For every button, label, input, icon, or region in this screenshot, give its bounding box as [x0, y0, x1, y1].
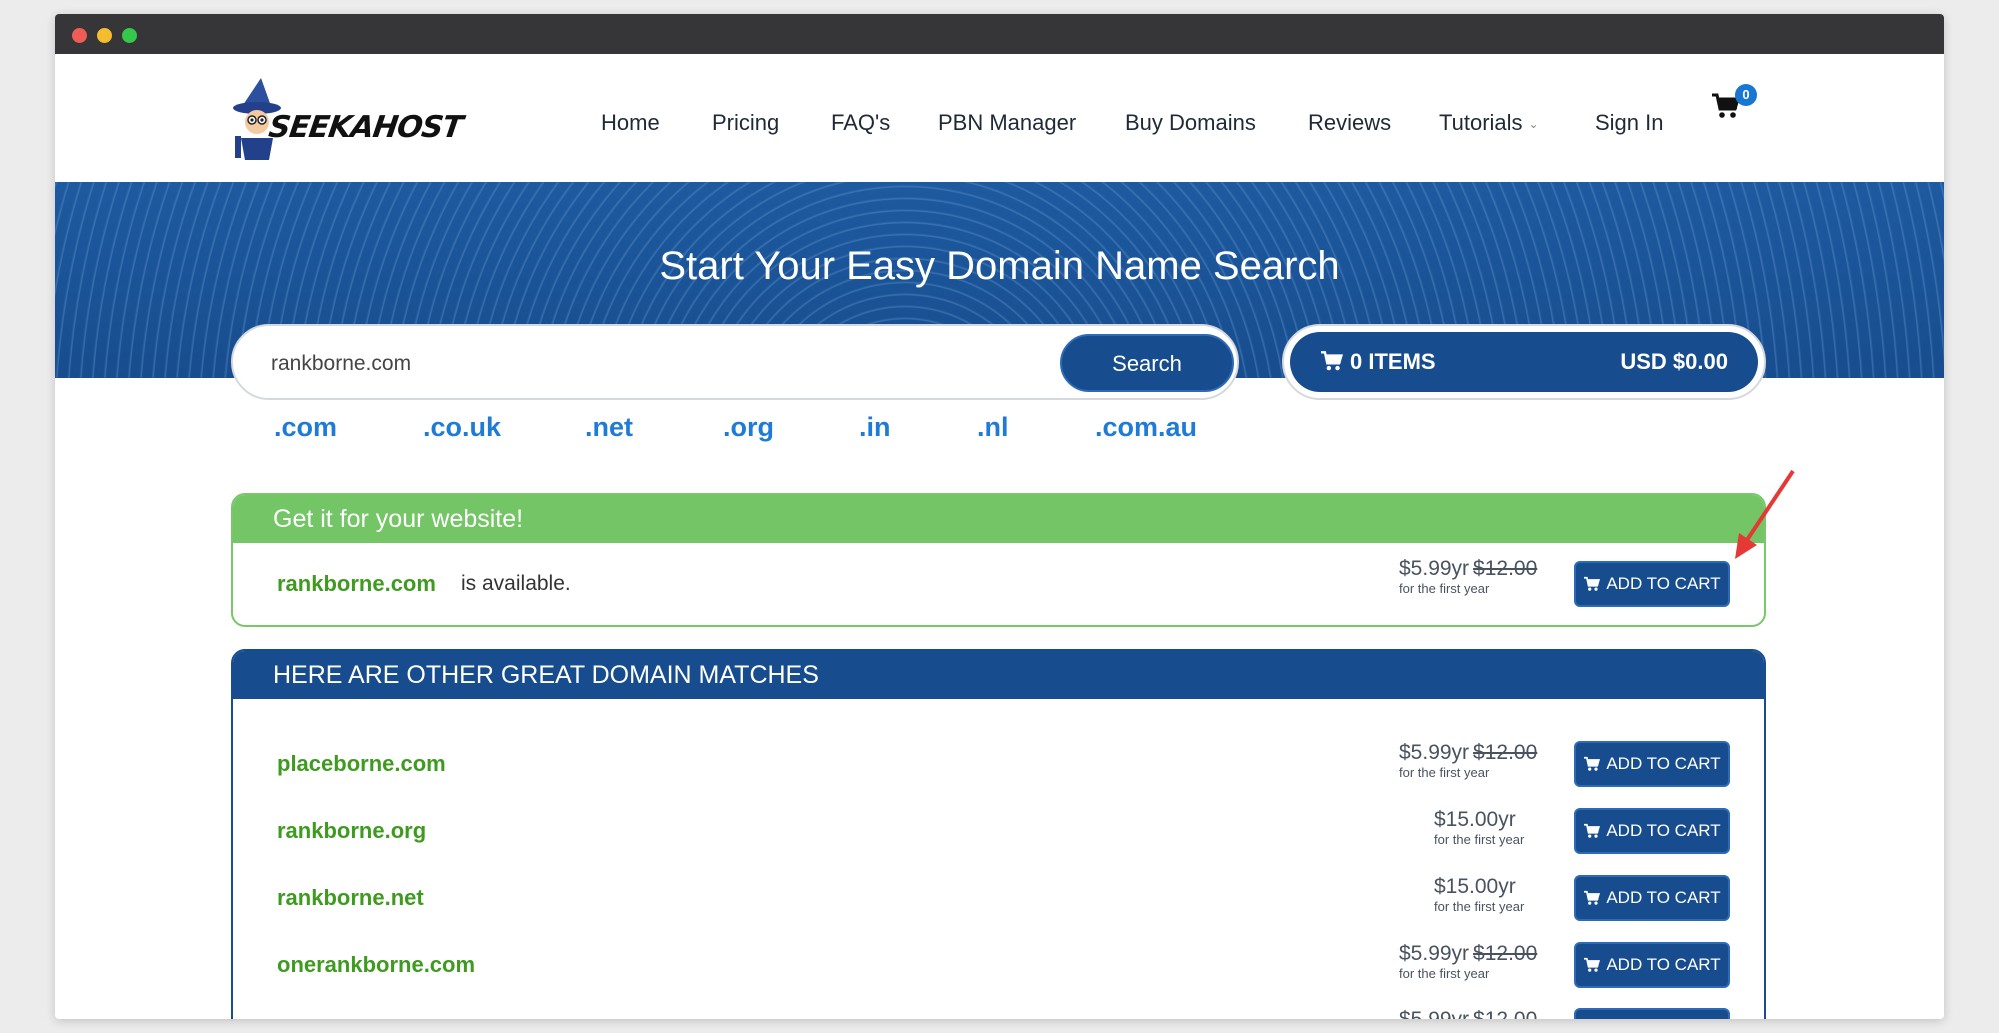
match-domain-name: rankborne.org — [277, 818, 427, 843]
tld-link-co-uk[interactable]: .co.uk — [423, 412, 501, 443]
minimize-window-button[interactable] — [97, 28, 112, 43]
price-original: $12.00 — [1473, 741, 1538, 764]
add-to-cart-label: ADD TO CART — [1606, 955, 1721, 974]
close-window-button[interactable] — [72, 28, 87, 43]
match-price: $15.00yr for the first year — [1434, 808, 1524, 847]
matches-panel-heading: HERE ARE OTHER GREAT DOMAIN MATCHES — [273, 661, 819, 689]
add-to-cart-button[interactable] — [1574, 1008, 1730, 1019]
chevron-down-icon: ⌄ — [1528, 117, 1539, 132]
price-note: for the first year — [1399, 966, 1490, 981]
domain-match-row: placeborne.com $5.99yr $12.00 for the fir… — [233, 739, 1764, 789]
add-to-cart-label: ADD TO CART — [1606, 888, 1721, 907]
price-original: $12.00 — [1473, 557, 1538, 580]
price-original: $12.00 — [1473, 1008, 1537, 1019]
add-to-cart-button[interactable]: ADD TO CART — [1574, 741, 1730, 787]
available-panel-heading: Get it for your website! — [273, 505, 524, 533]
nav-tutorials-label: Tutorials — [1439, 110, 1523, 135]
price-note: for the first year — [1434, 899, 1525, 914]
red-arrow-annotation-icon — [1735, 469, 1795, 559]
cart-plus-icon — [1584, 957, 1601, 972]
domain-search-input[interactable] — [269, 346, 1013, 382]
maximize-window-button[interactable] — [122, 28, 137, 43]
cart-plus-icon — [1584, 823, 1601, 838]
domain-match-row: $5.99yr $12.00 — [233, 1006, 1764, 1019]
cart-summary[interactable]: 0 ITEMS USD $0.00 — [1282, 324, 1766, 400]
domain-search-bar: Search — [231, 324, 1239, 400]
domain-match-row: rankborne.org $15.00yr for the first yea… — [233, 806, 1764, 856]
price-note: for the first year — [1399, 581, 1490, 596]
browser-window: SEEKAHOST Home Pricing FAQ's PBN Manager… — [55, 14, 1944, 1019]
match-domain-name: onerankborne.com — [277, 952, 476, 977]
logo-wordmark: SEEKAHOST — [266, 110, 465, 145]
price-current: $15.00yr — [1434, 808, 1516, 831]
matches-panel-header: HERE ARE OTHER GREAT DOMAIN MATCHES — [233, 651, 1764, 699]
cart-total: USD $0.00 — [1620, 349, 1728, 374]
tld-link-nl[interactable]: .nl — [977, 412, 1009, 443]
add-to-cart-label: ADD TO CART — [1606, 574, 1721, 593]
nav-buy-domains[interactable]: Buy Domains — [1125, 110, 1256, 136]
seekahost-logo[interactable]: SEEKAHOST — [231, 78, 464, 162]
match-domain-name: rankborne.net — [277, 885, 424, 910]
nav-pricing[interactable]: Pricing — [712, 110, 779, 136]
available-domain-name: rankborne.com — [277, 571, 436, 596]
tld-link-com[interactable]: .com — [274, 412, 337, 443]
price-current: $5.99yr — [1399, 1008, 1469, 1019]
price-note: for the first year — [1399, 765, 1490, 780]
price-original: $12.00 — [1473, 942, 1538, 965]
match-price: $5.99yr $12.00 for the first year — [1399, 741, 1537, 780]
price-note: for the first year — [1434, 832, 1525, 847]
cart-summary-bar: 0 ITEMS USD $0.00 — [1290, 332, 1758, 392]
nav-home[interactable]: Home — [601, 110, 660, 136]
nav-tutorials[interactable]: Tutorials ⌄ — [1439, 110, 1539, 136]
match-price: $5.99yr $12.00 for the first year — [1399, 942, 1537, 981]
window-titlebar — [55, 14, 1944, 54]
nav-faqs[interactable]: FAQ's — [831, 110, 890, 136]
price-current: $15.00yr — [1434, 875, 1516, 898]
price-current: $5.99yr — [1399, 942, 1470, 965]
tld-link-com-au[interactable]: .com.au — [1095, 412, 1197, 443]
available-domain-panel: Get it for your website! rankborne.com i… — [231, 493, 1766, 627]
tld-link-org[interactable]: .org — [723, 412, 774, 443]
tld-link-net[interactable]: .net — [585, 412, 633, 443]
available-price: $5.99yr $12.00 for the first year — [1399, 557, 1537, 596]
cart-icon — [1321, 351, 1344, 371]
domain-matches-panel: HERE ARE OTHER GREAT DOMAIN MATCHES plac… — [231, 649, 1766, 1019]
match-price: $5.99yr $12.00 — [1399, 1008, 1537, 1019]
cart-items-summary: 0 ITEMS — [1320, 349, 1436, 375]
add-to-cart-button[interactable]: ADD TO CART — [1574, 561, 1730, 607]
add-to-cart-label: ADD TO CART — [1606, 821, 1721, 840]
search-button[interactable]: Search — [1060, 334, 1234, 392]
add-to-cart-label: ADD TO CART — [1606, 754, 1721, 773]
nav-pbn-manager[interactable]: PBN Manager — [938, 110, 1076, 136]
nav-sign-in[interactable]: Sign In — [1595, 110, 1664, 136]
cart-plus-icon — [1584, 576, 1601, 591]
add-to-cart-button[interactable]: ADD TO CART — [1574, 808, 1730, 854]
cart-plus-icon — [1584, 890, 1601, 905]
domain-match-row: rankborne.net $15.00yr for the first yea… — [233, 873, 1764, 923]
match-domain-name: placeborne.com — [277, 751, 446, 776]
price-current: $5.99yr — [1399, 741, 1470, 764]
match-price: $15.00yr for the first year — [1434, 875, 1524, 914]
price-current: $5.99yr — [1399, 557, 1470, 580]
cart-items-count: 0 ITEMS — [1350, 349, 1436, 374]
available-panel-header: Get it for your website! — [233, 495, 1764, 543]
cart-plus-icon — [1584, 756, 1601, 771]
hero-title: Start Your Easy Domain Name Search — [659, 244, 1340, 288]
availability-status: is available. — [461, 572, 571, 595]
add-to-cart-button[interactable]: ADD TO CART — [1574, 875, 1730, 921]
cart-count-badge: 0 — [1735, 84, 1757, 106]
domain-match-row: onerankborne.com $5.99yr $12.00 for the f… — [233, 940, 1764, 990]
tld-link-in[interactable]: .in — [859, 412, 891, 443]
site-header: SEEKAHOST Home Pricing FAQ's PBN Manager… — [55, 54, 1944, 182]
add-to-cart-button[interactable]: ADD TO CART — [1574, 942, 1730, 988]
nav-reviews[interactable]: Reviews — [1308, 110, 1391, 136]
